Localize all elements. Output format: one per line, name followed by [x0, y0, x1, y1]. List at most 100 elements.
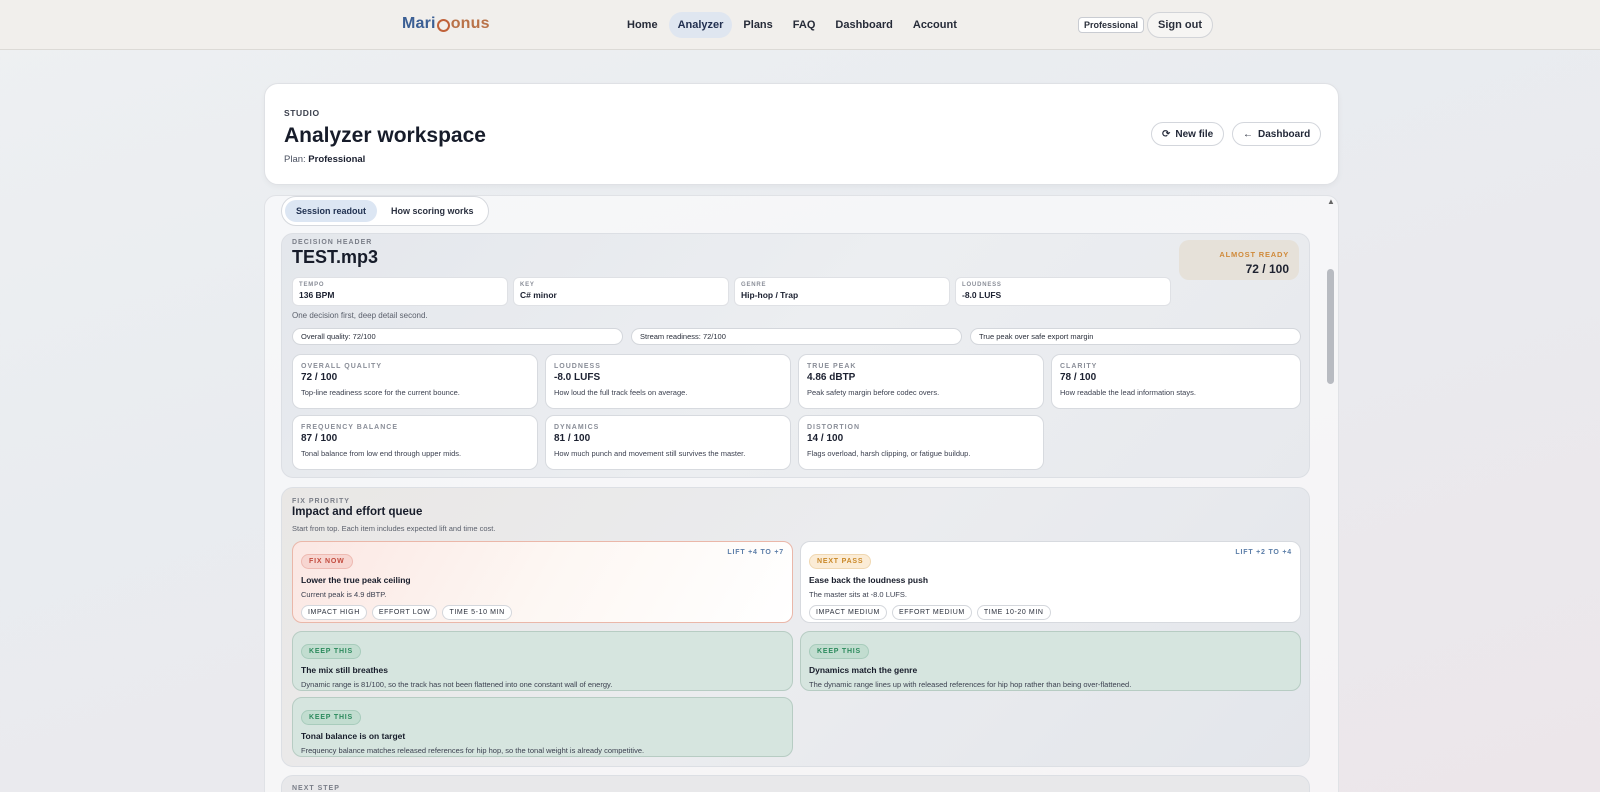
scroll-up-icon[interactable]: ▲: [1327, 197, 1335, 206]
metric-desc: How much punch and movement still surviv…: [554, 449, 746, 458]
meta-value: C# minor: [520, 290, 557, 300]
metric-card: FREQUENCY BALANCE 87 / 100 Tonal balance…: [292, 415, 538, 470]
scroll-thumb[interactable]: [1327, 269, 1334, 384]
file-name: TEST.mp3: [292, 247, 379, 267]
metric-key: FREQUENCY BALANCE: [301, 424, 398, 431]
nav-account[interactable]: Account: [904, 12, 966, 38]
meta-key: TEMPO: [299, 282, 325, 288]
new-file-label: New file: [1175, 128, 1214, 140]
meta-key-signature: KEY C# minor: [513, 277, 729, 306]
workspace-header: STUDIO Analyzer workspace Plan: Professi…: [264, 83, 1339, 185]
nav-dashboard[interactable]: Dashboard: [826, 12, 901, 38]
header-eyebrow: STUDIO: [284, 108, 320, 118]
readiness-label: ALMOST READY: [1219, 250, 1289, 259]
keep-tag: KEEP THIS: [301, 644, 362, 659]
metric-value: 4.86 dBTP: [807, 372, 856, 383]
nav-faq[interactable]: FAQ: [784, 12, 825, 38]
nav-plans[interactable]: Plans: [734, 12, 781, 38]
plan-line: Plan: Professional: [284, 154, 365, 165]
fix-now-tag: FIX NOW: [301, 554, 353, 569]
keep-card[interactable]: KEEP THIS Dynamics match the genre The d…: [800, 631, 1301, 691]
chip-row: IMPACT MEDIUM EFFORT MEDIUM TIME 10-20 M…: [809, 605, 1292, 620]
card-title: The mix still breathes: [301, 665, 388, 675]
sign-out-button[interactable]: Sign out: [1147, 12, 1213, 38]
logo-text-1: Mari: [402, 15, 436, 32]
fix-eyebrow: FIX PRIORITY: [292, 498, 350, 505]
metric-desc: Peak safety margin before codec overs.: [807, 388, 940, 397]
meta-tempo: TEMPO 136 BPM: [292, 277, 508, 306]
chip-row: IMPACT HIGH EFFORT LOW TIME 5-10 MIN: [301, 605, 784, 620]
keep-card[interactable]: KEEP THIS Tonal balance is on target Fre…: [292, 697, 793, 757]
metric-value: 14 / 100: [807, 433, 844, 444]
card-desc: Frequency balance matches released refer…: [301, 746, 645, 755]
card-desc: Current peak is 4.9 dBTP.: [301, 590, 387, 599]
meta-key: LOUDNESS: [962, 282, 1002, 288]
keep-tag: KEEP THIS: [809, 644, 870, 659]
plan-label: Plan:: [284, 154, 306, 165]
scrollbar[interactable]: ▲: [1325, 197, 1337, 792]
page-title: Analyzer workspace: [284, 124, 486, 147]
metric-desc: How readable the lead information stays.: [1060, 388, 1196, 397]
effort-chip: EFFORT LOW: [371, 605, 438, 620]
decision-tagline: One decision first, deep detail second.: [292, 311, 428, 320]
arrow-left-icon: ←: [1243, 128, 1253, 140]
metric-key: OVERALL QUALITY: [301, 363, 382, 370]
metric-desc: Flags overload, harsh clipping, or fatig…: [807, 449, 971, 458]
readiness-score: 72 / 100: [1245, 262, 1289, 276]
metric-key: DYNAMICS: [554, 424, 600, 431]
meta-loudness: LOUDNESS -8.0 LUFS: [955, 277, 1171, 306]
metric-card: DYNAMICS 81 / 100 How much punch and mov…: [545, 415, 791, 470]
summary-pill: True peak over safe export margin: [970, 328, 1301, 345]
fix-subtitle: Start from top. Each item includes expec…: [292, 524, 496, 533]
impact-chip: IMPACT MEDIUM: [809, 605, 887, 620]
meta-key: KEY: [520, 282, 535, 288]
refresh-icon: ⟳: [1162, 128, 1171, 140]
new-file-button[interactable]: ⟳ New file: [1151, 122, 1225, 146]
metric-value: 78 / 100: [1060, 372, 1097, 383]
logo[interactable]: Mari onus: [402, 15, 490, 33]
metric-card: CLARITY 78 / 100 How readable the lead i…: [1051, 354, 1301, 409]
view-tabs: Session readout How scoring works: [281, 196, 489, 226]
readiness-box: ALMOST READY 72 / 100: [1179, 240, 1299, 280]
card-desc: Dynamic range is 81/100, so the track ha…: [301, 680, 613, 689]
time-chip: TIME 5-10 MIN: [442, 605, 512, 620]
meta-value: -8.0 LUFS: [962, 290, 1002, 300]
top-nav: Mari onus Home Analyzer Plans FAQ Dashbo…: [0, 0, 1600, 50]
meta-value: 136 BPM: [299, 290, 335, 300]
logo-mark-icon: [436, 18, 450, 32]
metric-card: OVERALL QUALITY 72 / 100 Top-line readin…: [292, 354, 538, 409]
dashboard-button[interactable]: ← Dashboard: [1232, 122, 1322, 146]
card-title: Tonal balance is on target: [301, 731, 406, 741]
tab-session-readout[interactable]: Session readout: [285, 200, 378, 222]
nav-home[interactable]: Home: [618, 12, 667, 38]
fix-card-next[interactable]: NEXT PASS LIFT +2 TO +4 Ease back the lo…: [800, 541, 1301, 623]
next-pass-tag: NEXT PASS: [809, 554, 872, 569]
summary-pill: Stream readiness: 72/100: [631, 328, 962, 345]
nav-links: Home Analyzer Plans FAQ Dashboard Accoun…: [618, 12, 966, 38]
card-title: Lower the true peak ceiling: [301, 575, 411, 585]
impact-chip: IMPACT HIGH: [301, 605, 367, 620]
metric-card: LOUDNESS -8.0 LUFS How loud the full tra…: [545, 354, 791, 409]
keep-tag: KEEP THIS: [301, 710, 362, 725]
card-desc: The master sits at -8.0 LUFS.: [809, 590, 907, 599]
metric-key: CLARITY: [1060, 363, 1098, 370]
metric-desc: Top-line readiness score for the current…: [301, 388, 460, 397]
fix-card-now[interactable]: FIX NOW LIFT +4 TO +7 Lower the true pea…: [292, 541, 793, 623]
plan-value: Professional: [308, 154, 366, 165]
metric-desc: How loud the full track feels on average…: [554, 388, 688, 397]
lift-range: LIFT +4 TO +7: [727, 549, 784, 556]
fix-title: Impact and effort queue: [292, 506, 423, 518]
plan-badge: Professional: [1078, 17, 1145, 33]
effort-chip: EFFORT MEDIUM: [891, 605, 972, 620]
keep-card[interactable]: KEEP THIS The mix still breathes Dynamic…: [292, 631, 793, 691]
metric-desc: Tonal balance from low end through upper…: [301, 449, 462, 458]
metric-card: TRUE PEAK 4.86 dBTP Peak safety margin b…: [798, 354, 1044, 409]
metric-value: 72 / 100: [301, 372, 338, 383]
nav-analyzer[interactable]: Analyzer: [668, 12, 733, 38]
card-title: Dynamics match the genre: [809, 665, 918, 675]
metric-key: DISTORTION: [807, 424, 861, 431]
tab-how-scoring-works[interactable]: How scoring works: [380, 200, 485, 222]
decision-section: DECISION HEADER TEST.mp3 ALMOST READY 72…: [281, 233, 1310, 478]
fix-priority-section: FIX PRIORITY Impact and effort queue Sta…: [281, 487, 1310, 767]
metric-key: LOUDNESS: [554, 363, 601, 370]
